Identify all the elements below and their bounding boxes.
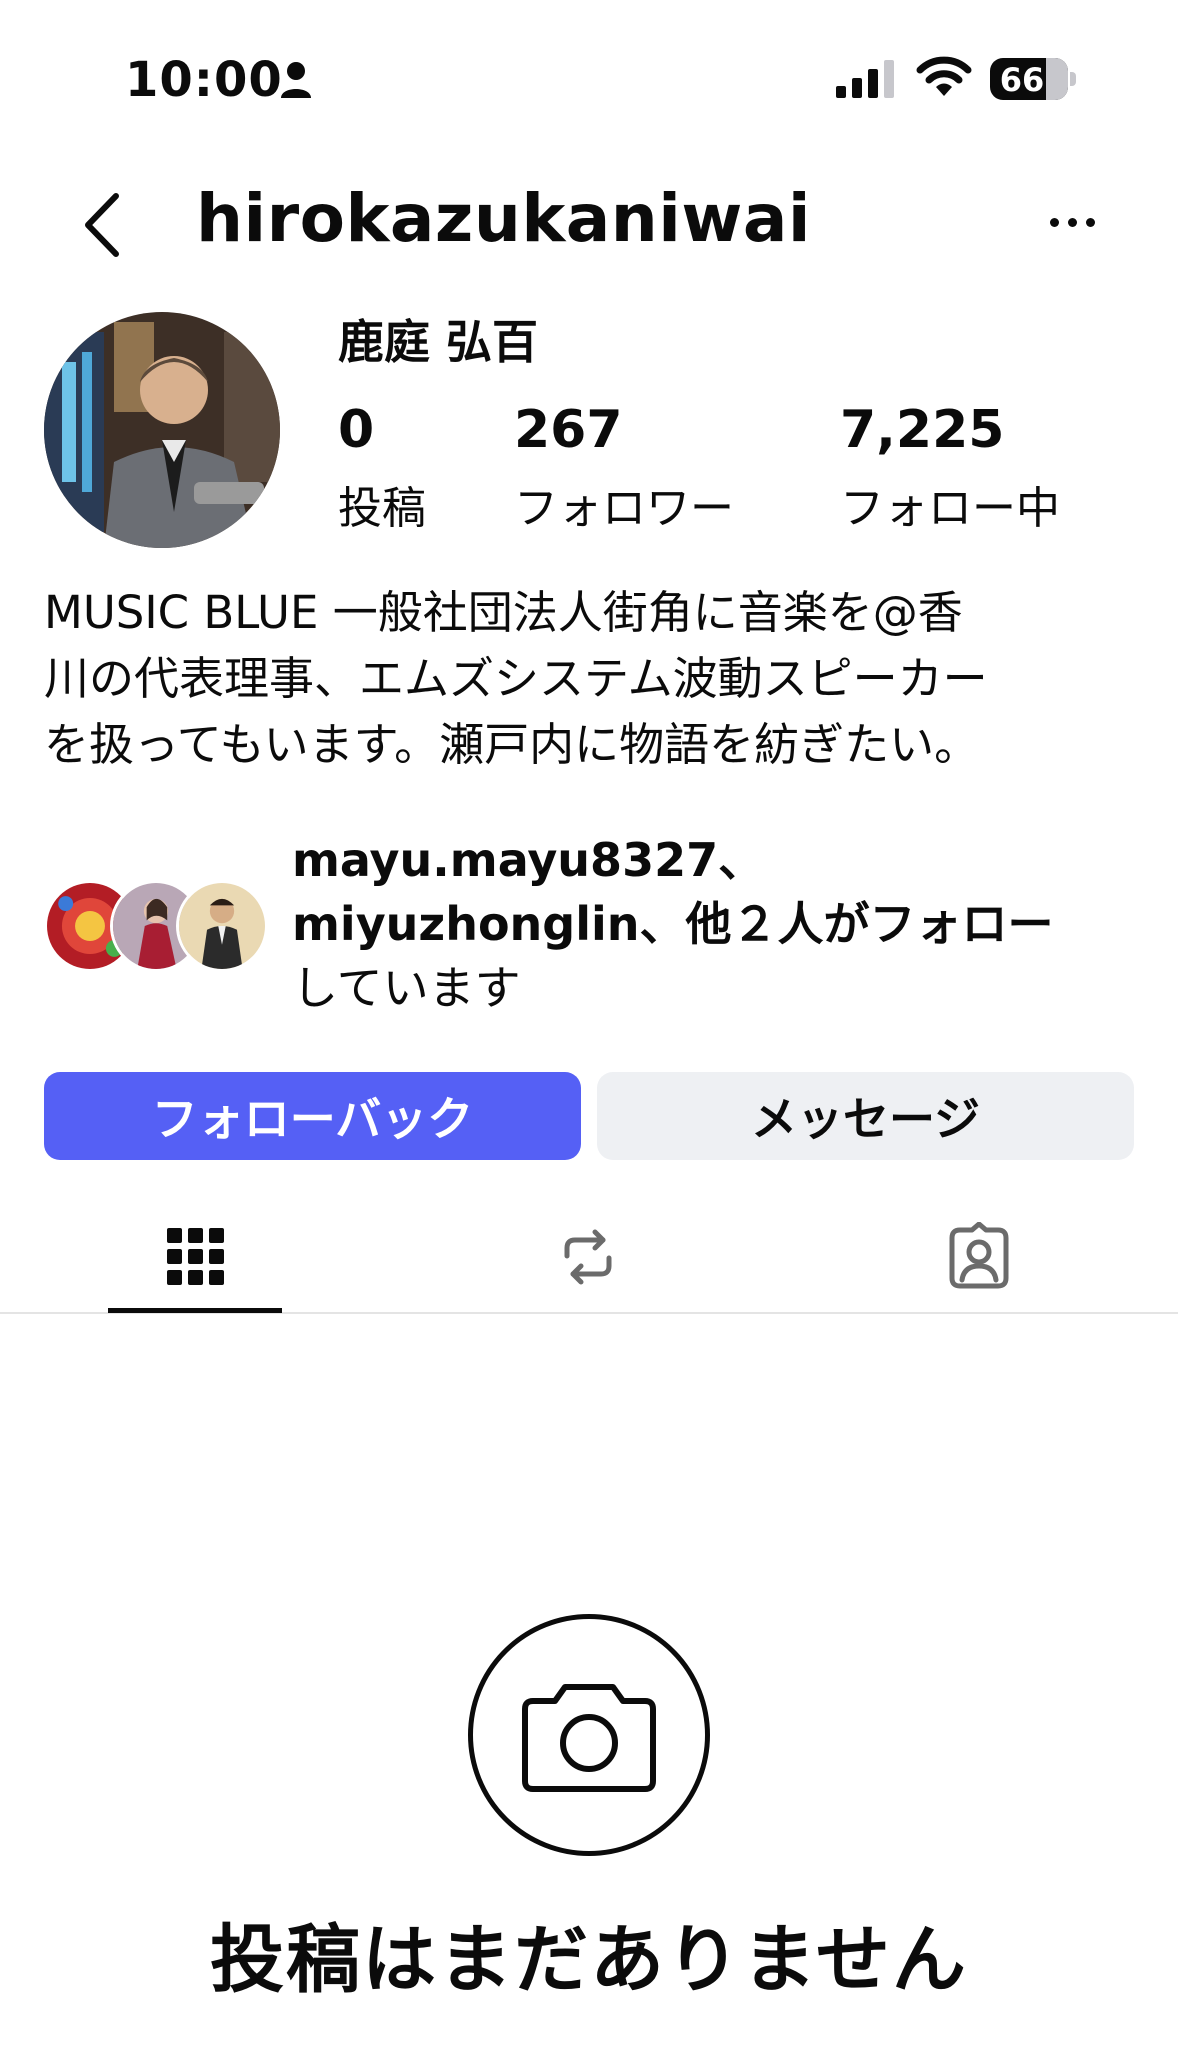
stat-value: 0	[338, 400, 375, 460]
stat-followers[interactable]: 267 フォロワー	[514, 404, 734, 536]
message-button[interactable]: メッセージ	[597, 1072, 1134, 1160]
page-title: hirokazukaniwai	[196, 180, 812, 257]
stat-label: 投稿	[338, 483, 426, 534]
status-time: 10:00	[125, 52, 283, 108]
more-dot	[1068, 218, 1077, 227]
grid-icon[interactable]	[161, 1222, 231, 1292]
display-name: 鹿庭 弘百	[338, 315, 539, 369]
battery-cap	[1070, 72, 1076, 86]
stat-value: 7,225	[840, 400, 1005, 460]
stat-following[interactable]: 7,225 フォロー中	[840, 404, 1060, 536]
mutual-line-2: miyuzhonglin、他２人がフォロー	[292, 892, 1142, 956]
signal-icon	[836, 60, 894, 98]
tagged-icon[interactable]	[944, 1222, 1014, 1292]
stat-value: 267	[514, 400, 623, 460]
back-button[interactable]	[78, 190, 128, 260]
stat-posts[interactable]: 0 投稿	[338, 404, 426, 536]
wifi-icon	[916, 56, 972, 96]
profile-tabs	[0, 1200, 1178, 1314]
person-icon	[281, 62, 311, 98]
follow-back-button[interactable]: フォローバック	[44, 1072, 581, 1160]
mutual-line-3: しています	[292, 961, 521, 1015]
stat-label: フォロー中	[840, 483, 1060, 534]
mutual-followers-avatars[interactable]	[44, 880, 276, 972]
mutual-followers-text[interactable]: mayu.mayu8327、 miyuzhonglin、他２人がフォロー してい…	[292, 828, 1142, 1020]
avatar[interactable]	[44, 312, 280, 548]
more-dot	[1050, 218, 1059, 227]
empty-state-title: 投稿はまだありません	[210, 1917, 968, 2003]
stat-label: フォロワー	[514, 483, 734, 534]
camera-glyph	[522, 1684, 656, 1792]
battery-icon: 66	[990, 58, 1076, 100]
active-tab-indicator	[108, 1308, 282, 1313]
more-options-button[interactable]	[1048, 208, 1098, 238]
more-dot	[1086, 218, 1095, 227]
camera-icon	[468, 1614, 710, 1856]
mutual-avatar	[176, 880, 268, 972]
mutual-line-1: mayu.mayu8327、	[292, 833, 765, 887]
mutual-suffix: 、他２人がフォロー	[639, 897, 1054, 951]
reels-icon[interactable]	[553, 1222, 623, 1292]
mutual-name: miyuzhonglin	[292, 897, 640, 951]
bio-text: MUSIC BLUE 一般社団法人街角に音楽を@香 川の代表理事、エムズシステム…	[44, 586, 988, 771]
status-bar: 10:00 66	[0, 0, 1178, 160]
battery-level: 66	[999, 61, 1045, 99]
